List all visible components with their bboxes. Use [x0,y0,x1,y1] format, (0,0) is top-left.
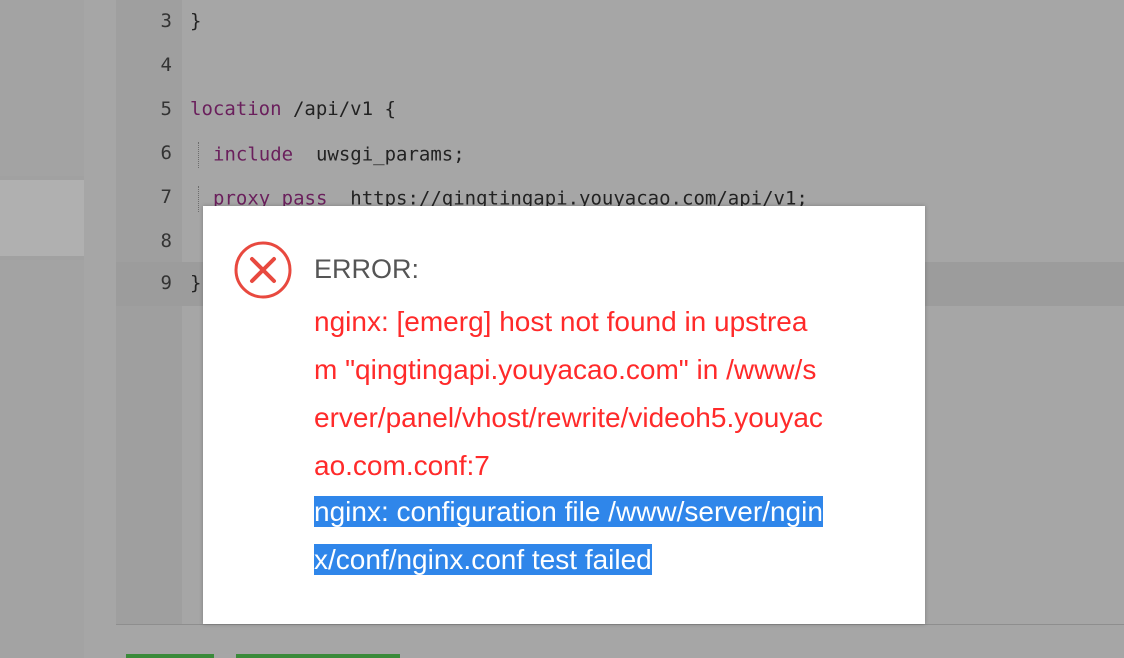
code-keyword: include [213,143,294,166]
code-text: } [190,272,202,294]
error-message-line: nginx: [emerg] host not found in upstrea [314,306,808,337]
code-keyword: location [190,98,282,120]
selected-message-line: nginx: configuration file /www/server/ng… [314,496,823,527]
code-text: /api/v1 { [281,98,396,120]
line-number: 3 [160,10,172,32]
error-message-line: erver/panel/vhost/rewrite/videoh5.youyac [314,402,823,433]
selected-message: nginx: configuration file /www/server/ng… [314,488,823,584]
code-text: } [190,10,202,32]
error-message-line: ao.com.conf:7 [314,450,490,481]
code-line[interactable]: 6 include uwsgi_params; [116,132,1124,176]
line-number: 7 [160,186,172,208]
action-button[interactable] [236,654,400,658]
sidebar-panel [0,260,84,658]
dialog-title: ERROR: [314,254,420,284]
code-line[interactable]: 3 } [116,0,1124,44]
code-line[interactable]: 4 [116,44,1124,88]
line-number: 9 [160,272,172,294]
error-dialog: ERROR: nginx: [emerg] host not found in … [203,206,925,624]
save-button[interactable] [126,654,214,658]
line-number: 4 [160,54,172,76]
sidebar-panel [0,0,84,176]
error-message-line: m "qingtingapi.youyacao.com" in /www/s [314,354,817,385]
code-line[interactable]: 5 location /api/v1 { [116,88,1124,132]
selected-message-line: x/conf/nginx.conf test failed [314,544,652,575]
line-number: 6 [160,142,172,164]
code-text: uwsgi_params; [293,143,465,166]
error-circle-x-icon [234,241,292,299]
line-number: 8 [160,230,172,252]
sidebar-panel-active[interactable] [0,180,84,256]
indent-guide [198,142,213,168]
line-number: 5 [160,98,172,120]
error-message: nginx: [emerg] host not found in upstrea… [314,298,894,490]
